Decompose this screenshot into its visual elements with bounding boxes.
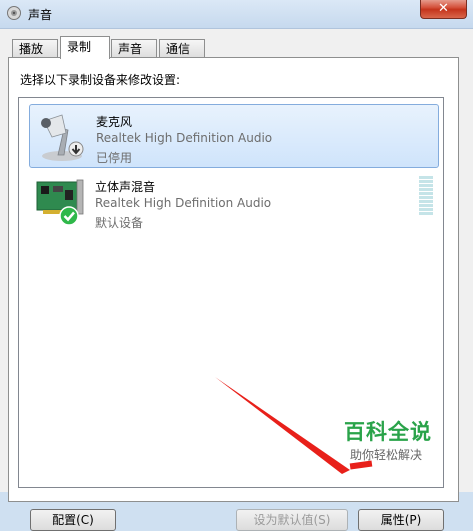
set-default-button[interactable]: 设为默认值(S) [236,509,348,531]
configure-button[interactable]: 配置(C) [30,509,116,531]
watermark-title: 百科全说 [344,420,432,444]
watermark-subtitle: 助你轻松解决 [350,448,423,462]
properties-button[interactable]: 属性(P) [358,509,444,531]
watermark: 百科全说 助你轻松解决 [330,408,470,474]
tab-recording[interactable]: 录制 [60,36,110,59]
